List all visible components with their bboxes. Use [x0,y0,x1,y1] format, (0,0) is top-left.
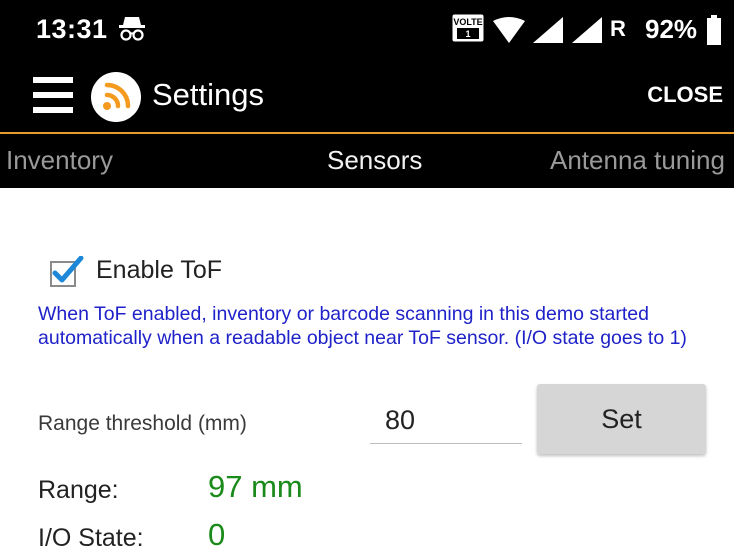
range-label: Range: [38,476,119,504]
sensors-panel: Enable ToF When ToF enabled, inventory o… [0,188,734,552]
io-state-label: I/O State: [38,524,144,552]
app-toolbar: Settings CLOSE [0,62,734,132]
signal-icon [572,17,602,48]
app-logo-icon [90,71,142,128]
range-threshold-label: Range threshold (mm) [38,412,247,435]
tab-inventory[interactable]: Inventory [6,145,113,176]
signal-icon [533,17,563,48]
hamburger-menu-icon[interactable] [33,73,73,122]
battery-icon [707,15,721,50]
battery-percent: 92% [645,14,698,44]
io-state-value: 0 [208,517,226,552]
incognito-icon [117,14,147,47]
tab-antenna-tuning[interactable]: Antenna tuning [550,145,725,176]
svg-text:VOLTE: VOLTE [453,17,482,27]
range-threshold-input[interactable] [370,398,522,444]
tof-info-text: When ToF enabled, inventory or barcode s… [38,303,687,349]
volte-icon: VOLTE 1 [452,14,484,47]
enable-tof-label: Enable ToF [96,256,223,284]
svg-text:1: 1 [465,29,470,39]
roaming-indicator: R [610,16,626,41]
status-time: 13:31 [36,14,108,44]
range-value: 97 mm [208,469,303,504]
toolbar-title: Settings [152,77,265,112]
tab-sensors[interactable]: Sensors [327,145,422,176]
status-bar: 13:31 VOLTE 1 R 92% [0,0,734,62]
close-button[interactable]: CLOSE [647,82,723,108]
wifi-icon [493,17,525,48]
tab-bar: Inventory Sensors Antenna tuning [0,134,734,188]
checkbox-checked-icon[interactable] [50,255,84,293]
set-button[interactable]: Set [537,384,706,454]
